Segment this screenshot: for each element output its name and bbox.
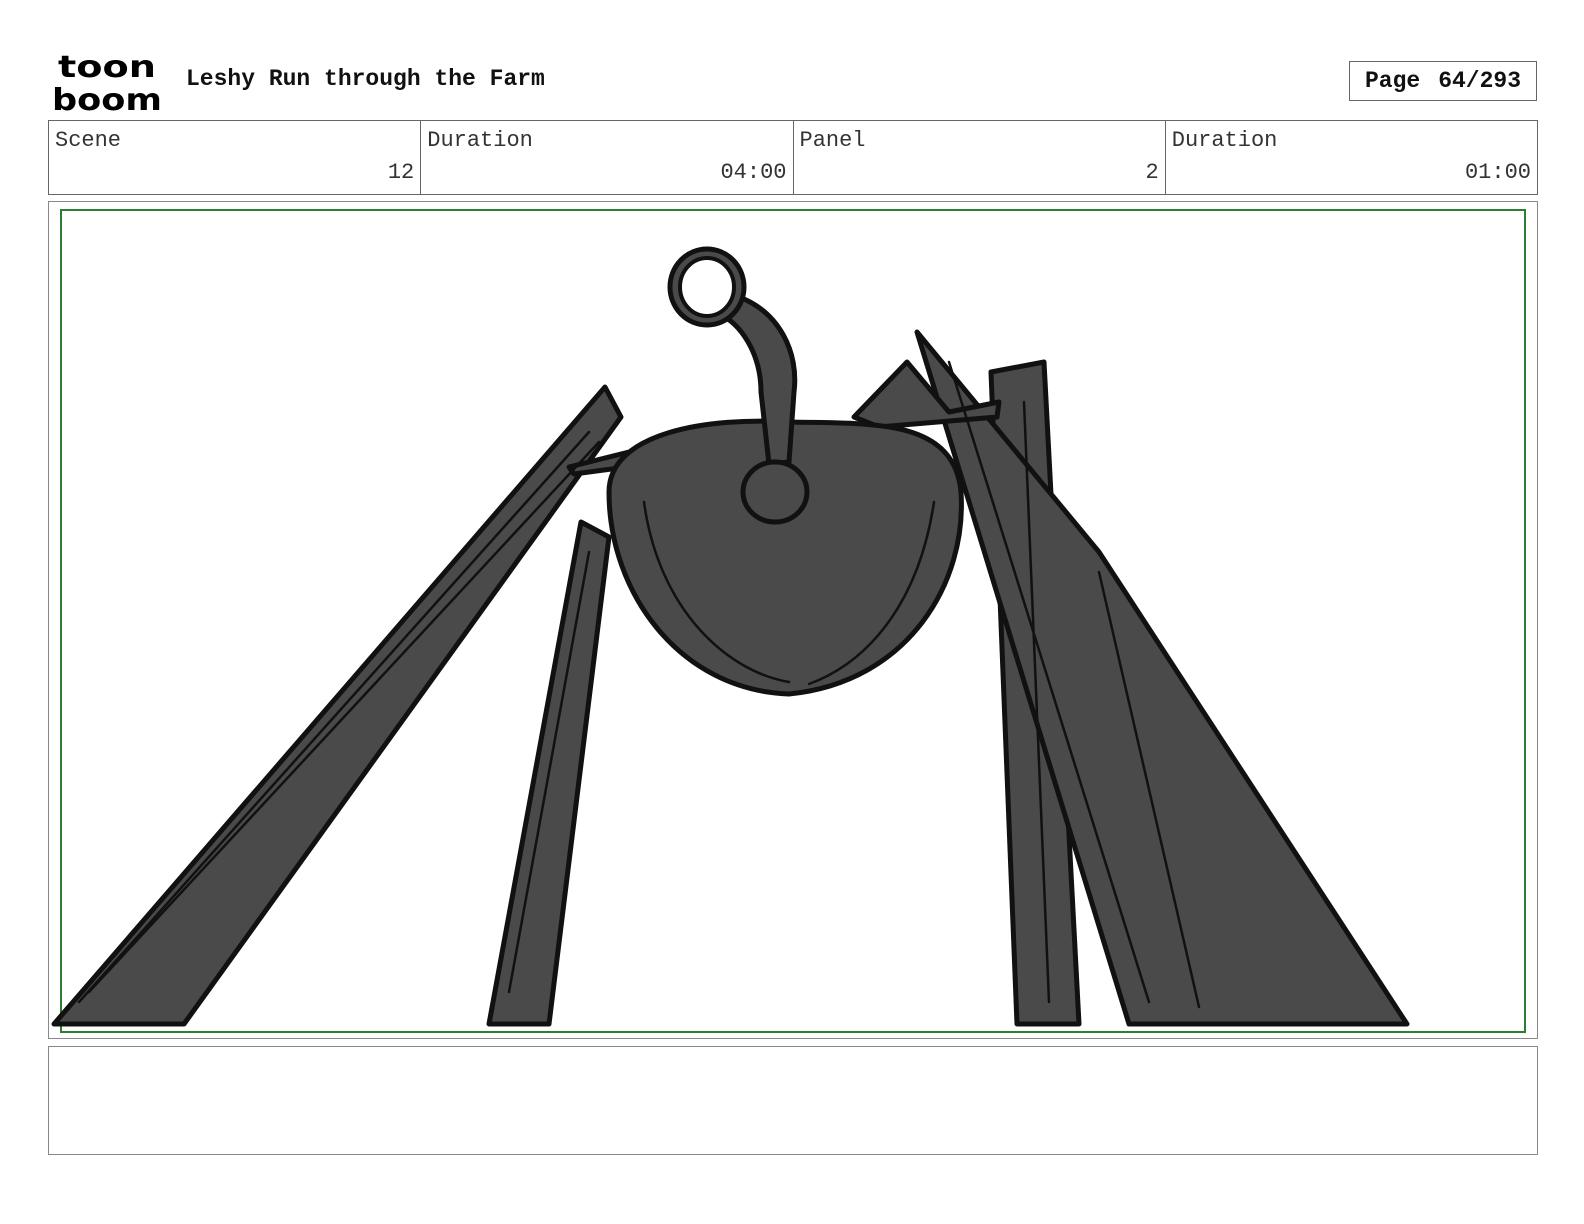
panel-notes-box[interactable] <box>48 1046 1538 1155</box>
panel-duration-label: Duration <box>1171 128 1278 153</box>
scene-duration-label: Duration <box>427 128 533 153</box>
scene-duration-cell: Duration 04:00 <box>421 121 794 194</box>
panel-cell: Panel 2 <box>794 121 1166 194</box>
panel-value: 2 <box>1145 160 1159 185</box>
panel-info-row: Scene 12 Duration 04:00 Panel 2 Duration… <box>48 120 1538 195</box>
page-label: Page <box>1364 68 1421 94</box>
scene-label: Scene <box>55 128 122 153</box>
sketch-drawing <box>51 246 1410 1027</box>
bulb <box>740 459 810 525</box>
toon-boom-logo: toon boom <box>52 50 162 114</box>
leg-right-far <box>914 329 1410 1027</box>
logo-text-line1: toon <box>58 50 156 85</box>
storyboard-panel <box>48 201 1538 1039</box>
page-indicator: Page 64/293 <box>1349 61 1537 101</box>
scene-cell: Scene 12 <box>49 121 422 194</box>
project-title: Leshy Run through the Farm <box>186 66 545 92</box>
logo-text-line2: boom <box>52 83 162 114</box>
scene-duration-value: 04:00 <box>720 160 787 185</box>
page-number: 64/293 <box>1438 68 1522 94</box>
panel-label: Panel <box>799 128 866 153</box>
panel-duration-value: 01:00 <box>1464 160 1531 185</box>
panel-duration-cell: Duration 01:00 <box>1166 121 1537 194</box>
scene-value: 12 <box>387 160 415 185</box>
joint-right <box>851 359 1002 430</box>
eye-white <box>678 256 736 318</box>
